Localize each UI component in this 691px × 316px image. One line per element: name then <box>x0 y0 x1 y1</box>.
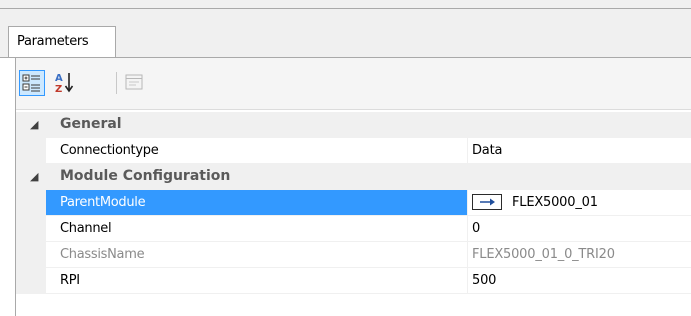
tab-parameters[interactable]: Parameters <box>8 26 116 58</box>
property-pages-icon <box>125 74 143 90</box>
property-row-channel[interactable]: Channel 0 <box>16 216 691 242</box>
category-label: Module Configuration <box>60 168 231 184</box>
property-grid-toolbar: A Z <box>16 58 691 110</box>
property-row-chassisname[interactable]: ChassisName FLEX5000_01_0_TRI20 <box>16 242 691 268</box>
categorized-view-button[interactable] <box>19 70 45 96</box>
collapse-triangle-icon[interactable]: ◢ <box>30 170 38 183</box>
property-value-container[interactable]: FLEX5000_01 <box>468 190 691 216</box>
property-name[interactable]: ParentModule <box>46 190 468 216</box>
toolbar-separator <box>116 72 117 94</box>
arrow-right-icon <box>480 198 495 205</box>
property-value[interactable]: Data <box>468 138 691 164</box>
property-name[interactable]: RPI <box>46 268 468 294</box>
property-row-connectiontype[interactable]: Connectiontype Data <box>16 138 691 164</box>
collapse-triangle-icon[interactable]: ◢ <box>30 118 38 131</box>
category-general[interactable]: ◢ General <box>16 112 691 138</box>
property-value[interactable]: 0 <box>468 216 691 242</box>
property-pages-button[interactable] <box>122 70 148 96</box>
property-name[interactable]: Connectiontype <box>46 138 468 164</box>
alphabetical-sort-button[interactable]: A Z <box>52 70 78 96</box>
property-value[interactable]: 500 <box>468 268 691 294</box>
category-label: General <box>60 116 122 132</box>
navigate-link-button[interactable] <box>472 193 502 210</box>
property-name[interactable]: ChassisName <box>46 242 468 268</box>
property-grid: ◢ General Connectiontype Data ◢ Module C… <box>16 112 691 294</box>
tab-parameters-label: Parameters <box>17 34 89 49</box>
property-row-parentmodule[interactable]: ParentModule FLEX5000_01 <box>16 190 691 216</box>
property-row-rpi[interactable]: RPI 500 <box>16 268 691 294</box>
sort-az-icon: A Z <box>55 73 74 95</box>
property-value: FLEX5000_01_0_TRI20 <box>468 242 691 268</box>
property-name[interactable]: Channel <box>46 216 468 242</box>
svg-text:Z: Z <box>55 84 62 94</box>
categorized-view-icon <box>22 74 40 92</box>
property-value: FLEX5000_01 <box>512 195 598 210</box>
svg-text:A: A <box>55 73 63 84</box>
category-module-configuration[interactable]: ◢ Module Configuration <box>16 164 691 190</box>
top-divider <box>0 8 691 9</box>
